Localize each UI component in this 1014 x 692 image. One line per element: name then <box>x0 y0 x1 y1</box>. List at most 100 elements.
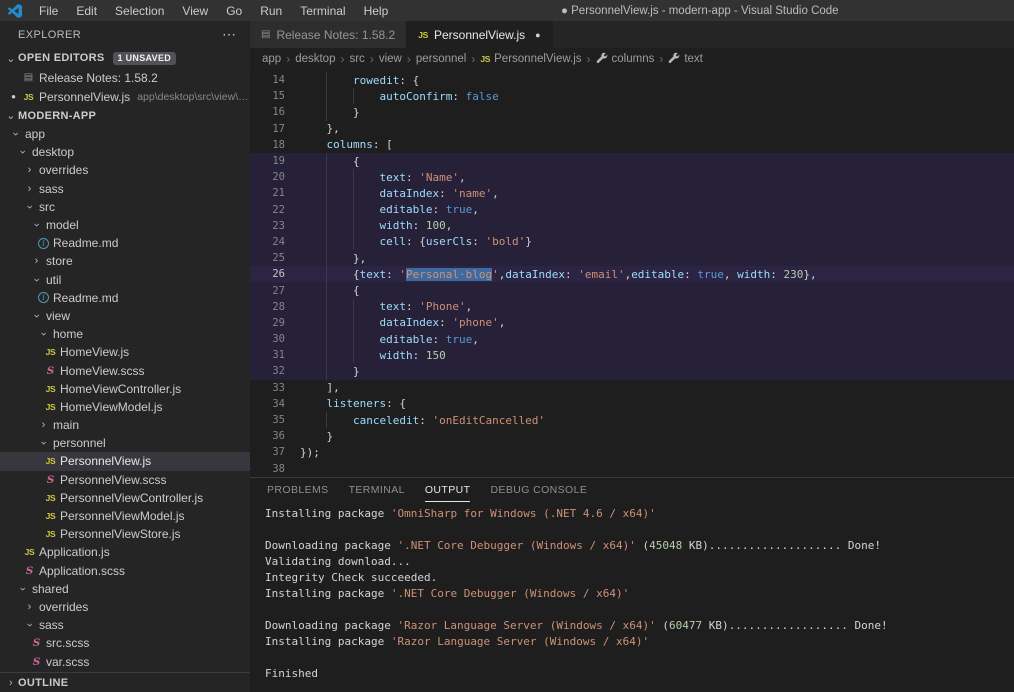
code-editor[interactable]: 14 rowedit: {15 autoConfirm: false16 }17… <box>250 70 1014 477</box>
tab-release[interactable]: ▤ Release Notes: 1.58.2 <box>250 21 407 48</box>
tree-item-application.js[interactable]: JSApplication.js <box>0 543 250 561</box>
more-actions-icon[interactable]: ⋯ <box>218 26 240 43</box>
breadcrumb-item-app[interactable]: app <box>262 53 281 65</box>
tree-item-var.scss[interactable]: Svar.scss <box>0 652 250 670</box>
outline-header[interactable]: › OUTLINE <box>0 672 250 692</box>
open-editor-item[interactable]: ●JSPersonnelView.jsapp\desktop\src\view\… <box>0 87 250 106</box>
code-line-26[interactable]: 26 {text: 'Personal·blog',dataIndex: 'em… <box>250 266 1014 282</box>
panel-tab-problems[interactable]: PROBLEMS <box>267 478 329 502</box>
tree-item-shared[interactable]: ›shared <box>0 580 250 598</box>
code-token: , <box>472 333 479 346</box>
code-line-36[interactable]: 36 } <box>250 428 1014 444</box>
tree-item-model[interactable]: ›model <box>0 216 250 234</box>
code-line-14[interactable]: 14 rowedit: { <box>250 72 1014 88</box>
tree-item-homeview.scss[interactable]: SHomeView.scss <box>0 361 250 379</box>
line-content: canceledit: 'onEditCancelled' <box>285 412 1014 428</box>
code-line-17[interactable]: 17 }, <box>250 121 1014 137</box>
code-line-38[interactable]: 38 <box>250 461 1014 477</box>
code-line-37[interactable]: 37}); <box>250 444 1014 460</box>
code-line-28[interactable]: 28 text: 'Phone', <box>250 299 1014 315</box>
breadcrumb-item-personnelview.js[interactable]: JSPersonnelView.js <box>480 53 581 65</box>
code-line-23[interactable]: 23 width: 100, <box>250 218 1014 234</box>
tree-item-label: overrides <box>39 600 88 614</box>
tree-item-personnelview.js[interactable]: JSPersonnelView.js <box>0 452 250 470</box>
tree-item-personnelview.scss[interactable]: SPersonnelView.scss <box>0 471 250 489</box>
tree-item-util[interactable]: ›util <box>0 271 250 289</box>
breadcrumb-item-desktop[interactable]: desktop <box>295 53 335 65</box>
tree-item-readme.md[interactable]: iReadme.md <box>0 234 250 252</box>
code-line-24[interactable]: 24 cell: {userCls: 'bold'} <box>250 234 1014 250</box>
code-line-35[interactable]: 35 canceledit: 'onEditCancelled' <box>250 412 1014 428</box>
code-line-19[interactable]: 19 { <box>250 153 1014 169</box>
chevron-down-icon: ⌄ <box>4 109 18 122</box>
tree-item-src[interactable]: ›src <box>0 198 250 216</box>
code-line-15[interactable]: 15 autoConfirm: false <box>250 88 1014 104</box>
menu-view[interactable]: View <box>173 0 217 21</box>
code-line-32[interactable]: 32 } <box>250 363 1014 379</box>
code-line-25[interactable]: 25 }, <box>250 250 1014 266</box>
tree-item-overrides[interactable]: ›overrides <box>0 598 250 616</box>
panel-tab-output[interactable]: OUTPUT <box>425 478 471 502</box>
tree-item-store[interactable]: ›store <box>0 252 250 270</box>
menu-run[interactable]: Run <box>251 0 291 21</box>
breadcrumb-item-view[interactable]: view <box>379 53 402 65</box>
open-editor-item[interactable]: ▤Release Notes: 1.58.2 <box>0 68 250 87</box>
dirty-indicator-icon[interactable]: ● <box>6 92 21 101</box>
tree-item-personnelviewstore.js[interactable]: JSPersonnelViewStore.js <box>0 525 250 543</box>
code-line-27[interactable]: 27 { <box>250 282 1014 298</box>
menu-go[interactable]: Go <box>217 0 251 21</box>
panel-tab-debug-console[interactable]: DEBUG CONSOLE <box>490 478 587 502</box>
tree-item-home[interactable]: ›home <box>0 325 250 343</box>
tree-item-overrides[interactable]: ›overrides <box>0 161 250 179</box>
tree-item-readme.md[interactable]: iReadme.md <box>0 289 250 307</box>
menu-help[interactable]: Help <box>355 0 398 21</box>
breadcrumb-item-columns[interactable]: columns <box>596 52 655 67</box>
breadcrumb-item-text[interactable]: text <box>668 52 703 67</box>
code-line-18[interactable]: 18 columns: [ <box>250 137 1014 153</box>
tree-item-src.scss[interactable]: Ssrc.scss <box>0 634 250 652</box>
menu-selection[interactable]: Selection <box>106 0 173 21</box>
tree-item-desktop[interactable]: ›desktop <box>0 143 250 161</box>
tree-item-app[interactable]: ›app <box>0 125 250 143</box>
dirty-dot-icon[interactable]: ● <box>535 30 540 40</box>
tab-label: Release Notes: 1.58.2 <box>276 28 395 42</box>
code-line-22[interactable]: 22 editable: true, <box>250 202 1014 218</box>
workspace-header[interactable]: ⌄ MODERN-APP <box>0 106 250 125</box>
code-line-34[interactable]: 34 listeners: { <box>250 396 1014 412</box>
tree-item-main[interactable]: ›main <box>0 416 250 434</box>
panel-tab-terminal[interactable]: TERMINAL <box>349 478 405 502</box>
menu-edit[interactable]: Edit <box>67 0 106 21</box>
code-token: ' <box>399 268 406 281</box>
tree-item-application.scss[interactable]: SApplication.scss <box>0 562 250 580</box>
code-token: text <box>360 268 387 281</box>
open-editors-list: ▤Release Notes: 1.58.2●JSPersonnelView.j… <box>0 68 250 106</box>
code-line-31[interactable]: 31 width: 150 <box>250 347 1014 363</box>
tree-item-sass[interactable]: ›sass <box>0 616 250 634</box>
breadcrumb-item-personnel[interactable]: personnel <box>416 53 467 65</box>
tree-item-homeviewcontroller.js[interactable]: JSHomeViewController.js <box>0 380 250 398</box>
tree-item-homeview.js[interactable]: JSHomeView.js <box>0 343 250 361</box>
breadcrumb-item-src[interactable]: src <box>349 53 364 65</box>
breadcrumb-separator-icon: › <box>659 52 663 66</box>
line-content: editable: true, <box>285 202 1014 218</box>
code-line-30[interactable]: 30 editable: true, <box>250 331 1014 347</box>
file-icon-slot: JS <box>43 347 58 357</box>
code-line-21[interactable]: 21 dataIndex: 'name', <box>250 185 1014 201</box>
tree-item-personnelviewcontroller.js[interactable]: JSPersonnelViewController.js <box>0 489 250 507</box>
tree-item-view[interactable]: ›view <box>0 307 250 325</box>
menu-file[interactable]: File <box>30 0 67 21</box>
tree-item-homeviewmodel.js[interactable]: JSHomeViewModel.js <box>0 398 250 416</box>
code-line-29[interactable]: 29 dataIndex: 'phone', <box>250 315 1014 331</box>
code-line-20[interactable]: 20 text: 'Name', <box>250 169 1014 185</box>
code-line-16[interactable]: 16 } <box>250 104 1014 120</box>
tree-item-personnelviewmodel.js[interactable]: JSPersonnelViewModel.js <box>0 507 250 525</box>
tree-item-sass[interactable]: ›sass <box>0 180 250 198</box>
line-content: { <box>285 153 1014 169</box>
release-notes-icon: ▤ <box>261 29 270 40</box>
open-editors-header[interactable]: ⌄ OPEN EDITORS 1 UNSAVED <box>0 48 250 68</box>
tab-personnelview.js[interactable]: JSPersonnelView.js● <box>407 21 552 48</box>
menu-terminal[interactable]: Terminal <box>291 0 354 21</box>
code-token: : <box>406 300 419 313</box>
tree-item-personnel[interactable]: ›personnel <box>0 434 250 452</box>
code-line-33[interactable]: 33 ], <box>250 380 1014 396</box>
